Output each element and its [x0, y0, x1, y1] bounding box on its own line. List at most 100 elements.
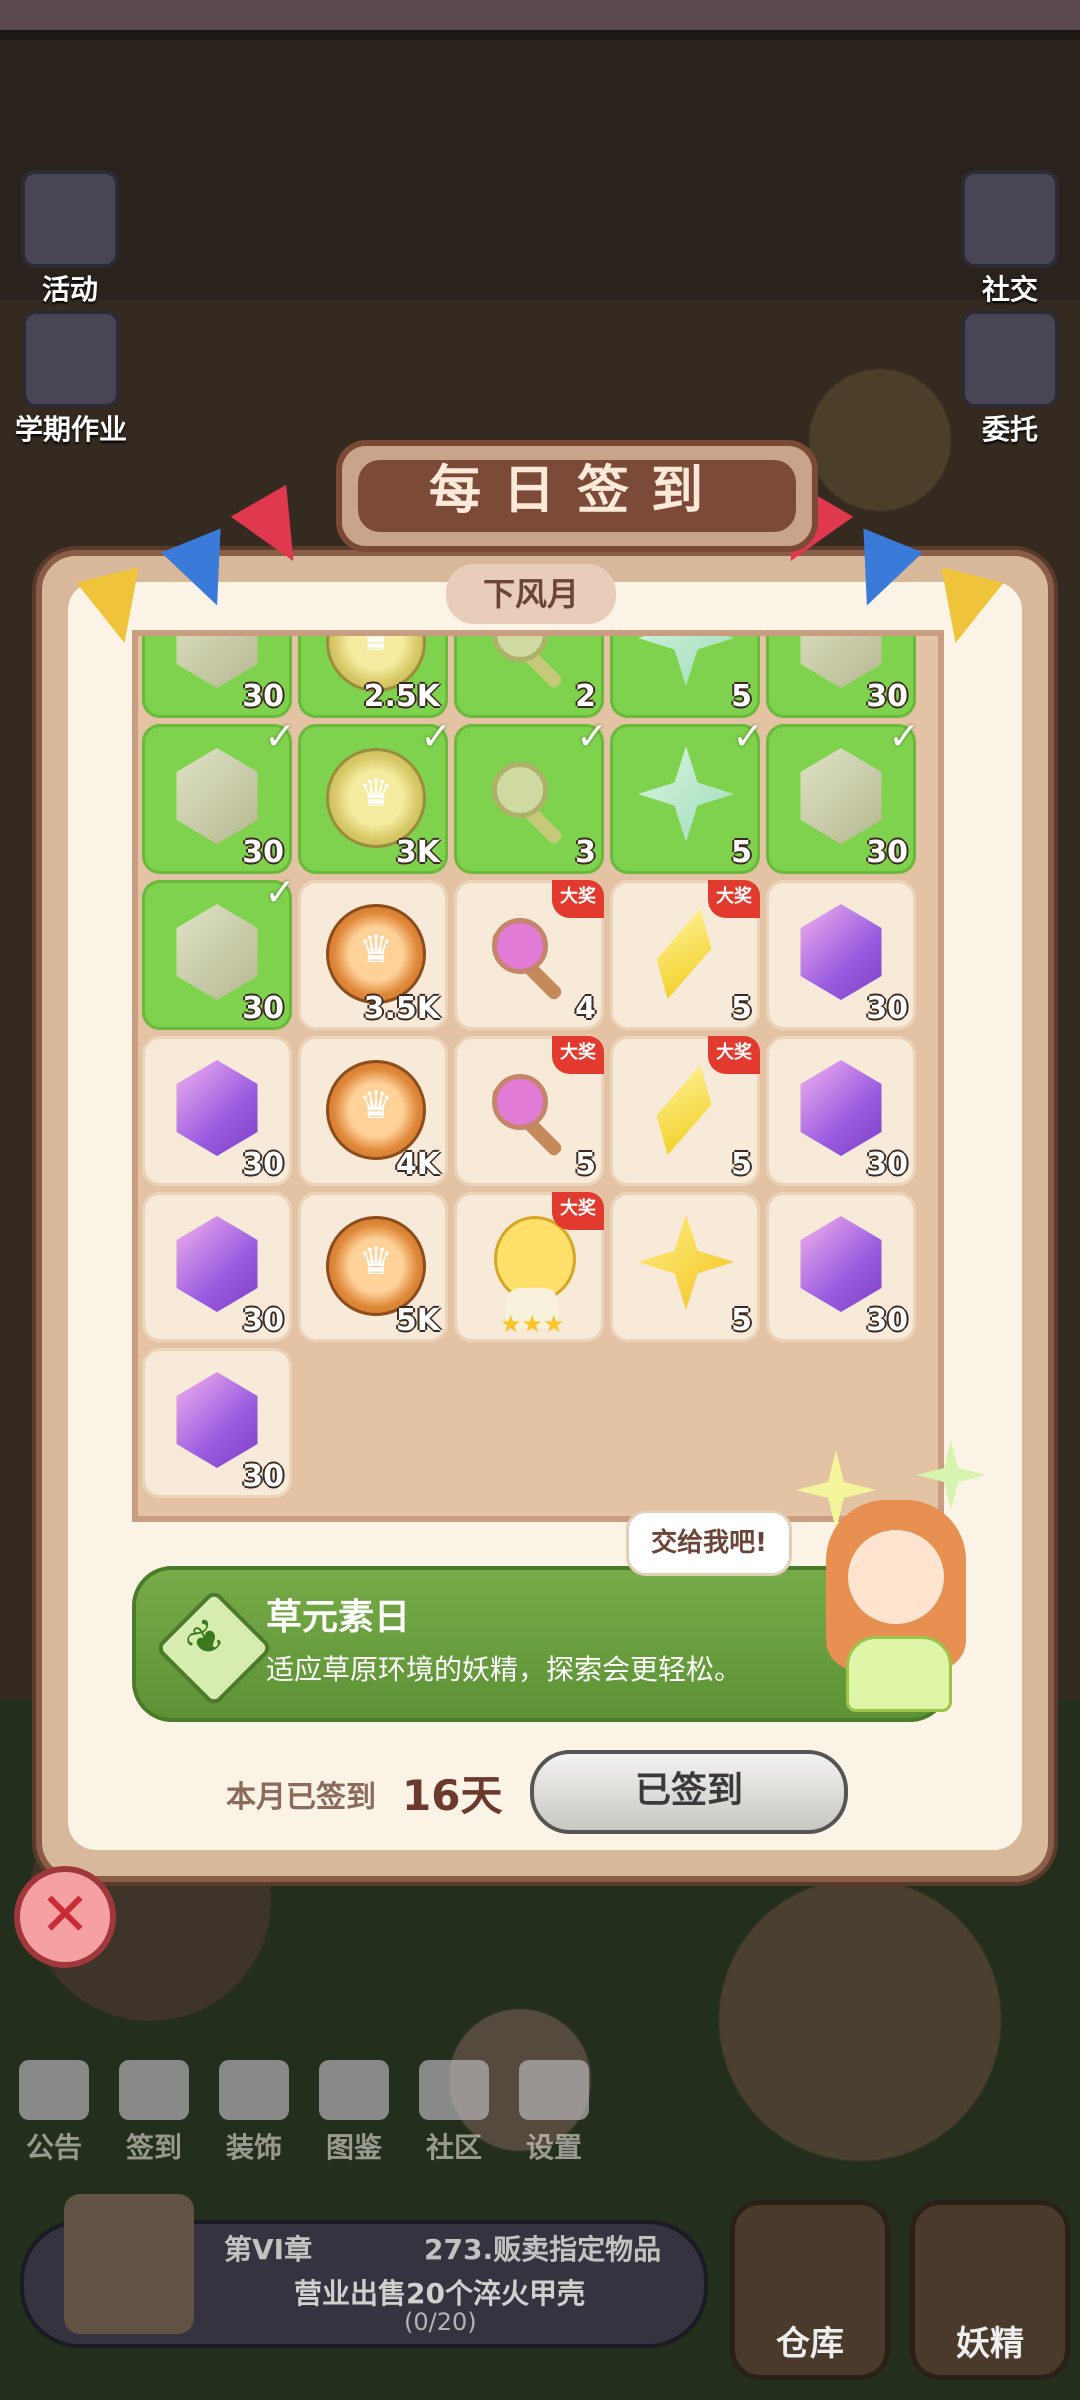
homework-icon	[22, 310, 120, 408]
speech-bubble: 交给我吧!	[626, 1510, 792, 1576]
quest-task: 营业出售20个淬火甲壳	[294, 2277, 585, 2310]
reward-quantity: 5	[731, 1147, 752, 1182]
reward-quantity: 5	[575, 1147, 596, 1182]
reward-quantity: 30	[242, 1147, 284, 1182]
coin-icon: ♛	[326, 748, 426, 848]
side-button-commission[interactable]: 委托	[960, 310, 1060, 448]
gem-icon	[800, 1216, 882, 1312]
nav-settings[interactable]: 设置	[504, 2060, 604, 2166]
close-button[interactable]: ✕	[14, 1866, 116, 1968]
announcement-icon	[19, 2060, 89, 2120]
daily-checkin-modal: 每日签到 下风月 30✓♛2.5K✓2✓5✓30✓30✓♛3K✓3✓5✓30✓3…	[36, 440, 1054, 1910]
reward-cell[interactable]: 3 ✓	[454, 714, 608, 874]
reward-cell[interactable]: ♛ 3.5K	[298, 880, 448, 1030]
reward-cell[interactable]: 30	[142, 1348, 292, 1498]
modal-title: 每日签到	[358, 460, 796, 532]
star-icon	[638, 1214, 734, 1310]
reward-cell[interactable]: ★★★ 大奖	[454, 1192, 604, 1342]
quest-book-icon	[64, 2194, 194, 2334]
coin-icon: ♛	[326, 1216, 426, 1316]
side-button-homework[interactable]: 学期作业	[6, 310, 136, 448]
nav-label: 公告	[25, 2131, 82, 2164]
star-icon	[638, 636, 734, 686]
quest-tracker[interactable]: 第VI章 273.贩卖指定物品 营业出售20个淬火甲壳 (0/20)	[20, 2194, 708, 2348]
reward-cell[interactable]: 5✓	[610, 714, 764, 874]
side-label: 学期作业	[14, 413, 127, 446]
reward-cell[interactable]: 30✓	[142, 636, 292, 718]
reward-cell[interactable]: 30	[766, 880, 916, 1030]
signed-button[interactable]: 已签到	[530, 1750, 848, 1834]
reward-cell[interactable]: 30	[142, 1036, 292, 1186]
reward-quantity: 2	[575, 679, 596, 714]
reward-cell[interactable]: 5✓	[610, 636, 760, 718]
coin-icon: ♛	[326, 1060, 426, 1160]
reward-cell[interactable]: 5 大奖	[610, 880, 760, 1030]
commission-icon	[961, 310, 1059, 408]
big-prize-badge: 大奖	[552, 880, 604, 918]
title-plate: 每日签到	[336, 440, 818, 552]
gem-icon	[800, 904, 882, 1000]
quest-chapter: 第VI章	[224, 2233, 313, 2266]
reward-quantity: 3.5K	[363, 991, 440, 1026]
reward-quantity: 5K	[395, 1303, 440, 1338]
reward-quantity: 5	[731, 835, 752, 870]
reward-quantity: 4	[575, 991, 596, 1026]
reward-cell[interactable]: 30	[766, 1192, 916, 1342]
gem-icon	[176, 1060, 258, 1156]
gem-icon	[176, 1216, 258, 1312]
side-label: 社交	[981, 273, 1038, 306]
quest-name: 273.贩卖指定物品	[424, 2233, 662, 2266]
nav-checkin[interactable]: 签到	[104, 2060, 204, 2166]
gem-icon	[800, 748, 882, 844]
reward-cell[interactable]: 2✓	[454, 636, 604, 718]
npc-dress	[846, 1636, 952, 1712]
reward-cell[interactable]: 4 大奖	[454, 880, 604, 1030]
reward-cell[interactable]: 30✓	[142, 870, 296, 1030]
fairy-button[interactable]: 妖精	[910, 2200, 1070, 2380]
gem-icon	[176, 748, 258, 844]
reward-cell[interactable]: ♛ 4K	[298, 1036, 448, 1186]
nav-announcement[interactable]: 公告	[4, 2060, 104, 2166]
reward-cell[interactable]: ♛2.5K✓	[298, 636, 448, 718]
key-icon	[480, 754, 580, 846]
reward-cell[interactable]: 5 大奖	[454, 1036, 604, 1186]
nav-catalog[interactable]: 图鉴	[304, 2060, 404, 2166]
side-label: 委托	[981, 413, 1038, 446]
side-button-social[interactable]: 社交	[960, 170, 1060, 308]
nav-community[interactable]: 社区	[404, 2060, 504, 2166]
nav-decoration[interactable]: 装饰	[204, 2060, 304, 2166]
check-icon: ✓	[888, 714, 920, 758]
reward-quantity: 5	[731, 679, 752, 714]
check-icon: ✓	[264, 714, 296, 758]
reward-quantity: 5	[731, 991, 752, 1026]
reward-quantity: 5	[731, 1303, 752, 1338]
reward-cell[interactable]: 5	[610, 1192, 760, 1342]
reward-cell[interactable]: 30✓	[142, 714, 296, 874]
reward-quantity: 30	[866, 835, 908, 870]
nav-label: 图鉴	[325, 2131, 382, 2164]
close-icon: ✕	[39, 1880, 91, 1950]
reward-quantity: 30	[866, 991, 908, 1026]
reward-cell[interactable]: 30	[142, 1192, 292, 1342]
element-day-description: 适应草原环境的妖精，探索会更轻松。	[266, 1653, 743, 1686]
reward-cell[interactable]: 30✓	[766, 636, 916, 718]
star-icon	[638, 746, 734, 842]
fairy-label: 妖精	[956, 2324, 1024, 2364]
reward-cell[interactable]: 30 ✓	[766, 714, 920, 874]
gem-icon	[176, 904, 258, 1000]
decoration-icon	[219, 2060, 289, 2120]
side-button-activity[interactable]: 活动	[20, 170, 120, 308]
reward-quantity: 30	[242, 991, 284, 1026]
reward-cell[interactable]: ♛ 3K ✓	[298, 714, 452, 874]
reward-cell[interactable]: ♛ 5K	[298, 1192, 448, 1342]
npc-fairy-character	[796, 1440, 996, 1730]
signed-days-count: 16天	[402, 1771, 503, 1820]
status-strip	[0, 0, 1080, 30]
key-icon	[480, 1066, 580, 1158]
check-icon: ✓	[420, 714, 452, 758]
element-day-title: 草元素日	[266, 1597, 411, 1638]
warehouse-button[interactable]: 仓库	[730, 2200, 890, 2380]
reward-cell[interactable]: 30	[766, 1036, 916, 1186]
reward-cell[interactable]: 5 大奖	[610, 1036, 760, 1186]
month-banner: 下风月	[446, 564, 616, 624]
